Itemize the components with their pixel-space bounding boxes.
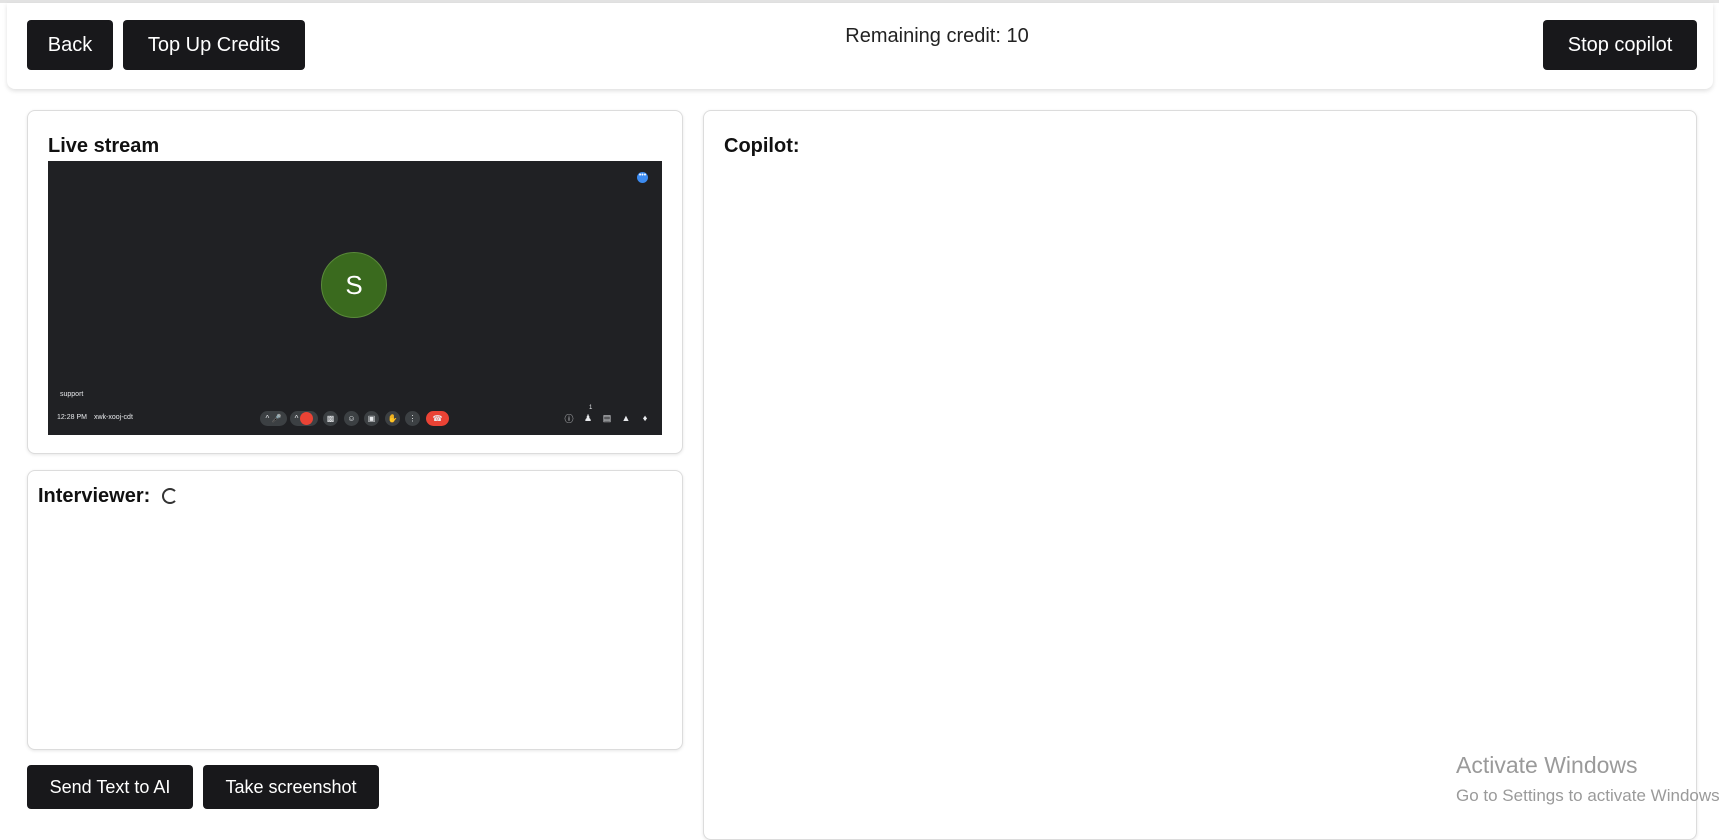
activities-icon[interactable]: ▲: [620, 412, 632, 424]
people-icon[interactable]: ♟: [582, 412, 594, 424]
meeting-code: xwk-xooj-cdt: [94, 414, 133, 421]
end-call-button[interactable]: ☎: [426, 411, 449, 426]
participants-count: 1: [589, 405, 593, 411]
host-controls-icon[interactable]: ♦: [639, 412, 651, 424]
take-screenshot-button[interactable]: Take screenshot: [203, 765, 379, 809]
chat-icon[interactable]: ▤: [601, 412, 613, 424]
more-options-icon[interactable]: •••: [637, 172, 648, 183]
copilot-card: Copilot:: [703, 110, 1697, 840]
mic-button[interactable]: ^ 🎤: [260, 411, 287, 426]
captions-icon[interactable]: ▩: [323, 411, 338, 426]
more-vert-icon[interactable]: ⋮: [405, 411, 420, 426]
activate-windows-watermark: Activate Windows: [1456, 752, 1638, 778]
raise-hand-icon[interactable]: ✋: [385, 411, 400, 426]
top-up-credits-button[interactable]: Top Up Credits: [123, 20, 305, 70]
copilot-title: Copilot:: [724, 135, 800, 157]
present-icon[interactable]: ▣: [364, 411, 379, 426]
stop-copilot-button[interactable]: Stop copilot: [1543, 20, 1697, 70]
info-icon[interactable]: ⓘ: [563, 412, 575, 424]
back-button[interactable]: Back: [27, 20, 113, 70]
interviewer-card: Interviewer:: [27, 470, 683, 750]
emoji-icon[interactable]: ☺: [344, 411, 359, 426]
send-text-to-ai-button[interactable]: Send Text to AI: [27, 765, 193, 809]
live-stream-video: ••• S support 12:28 PM xwk-xooj-cdt ^ 🎤 …: [48, 161, 662, 435]
participant-name: support: [60, 391, 84, 398]
remaining-credit-text: Remaining credit: 10: [845, 25, 1029, 47]
camera-off-button[interactable]: ^: [290, 411, 318, 426]
header-bar: Back Top Up Credits Remaining credit: 10…: [7, 3, 1713, 89]
activate-windows-hint: Go to Settings to activate Windows.: [1456, 786, 1719, 805]
meeting-time: 12:28 PM: [57, 414, 87, 421]
live-stream-title: Live stream: [48, 135, 160, 157]
loading-spinner-icon: [162, 488, 178, 504]
live-stream-card: Live stream ••• S support 12:28 PM xwk-x…: [27, 110, 683, 454]
interviewer-title: Interviewer:: [38, 485, 151, 507]
participant-avatar: S: [321, 252, 387, 318]
